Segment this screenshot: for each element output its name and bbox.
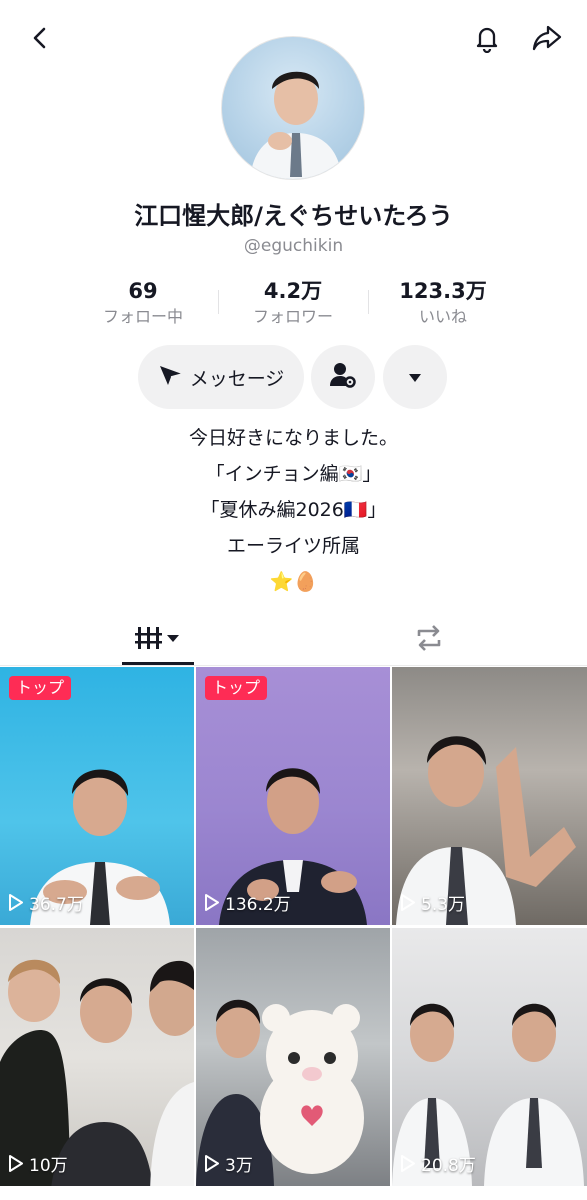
message-button[interactable]: メッセージ (138, 345, 304, 409)
top-badge: トップ (205, 676, 268, 700)
video-thumbnail-2[interactable]: トップ 136.2万 (196, 667, 390, 925)
user-gear-icon (328, 360, 358, 394)
profile-tabs (0, 614, 587, 666)
likes-stat[interactable]: 123.3万 いいね (368, 276, 518, 332)
bio-line-5: ⭐️🥚 (269, 571, 318, 593)
more-options-button[interactable] (383, 345, 447, 409)
avatar[interactable] (221, 36, 365, 180)
play-icon (9, 894, 23, 911)
profile-stats: 69 フォロー中 4.2万 フォロワー 123.3万 いいね (68, 276, 518, 332)
likes-label: いいね (418, 307, 467, 326)
bio-line-3: 「夏休み編2026🇫🇷」 (200, 499, 387, 521)
view-count: 3万 (205, 1151, 253, 1176)
view-count-text: 136.2万 (225, 895, 291, 915)
view-count: 136.2万 (205, 890, 291, 915)
following-label: フォロー中 (102, 307, 183, 326)
view-count-text: 36.7万 (29, 895, 84, 915)
top-badge: トップ (9, 676, 72, 700)
likes-count: 123.3万 (399, 279, 487, 303)
bell-icon[interactable] (467, 18, 507, 58)
username-handle: @eguchikin (243, 236, 344, 256)
bio-line-2: 「インチョン編🇰🇷」 (205, 463, 382, 485)
profile-actions: メッセージ (0, 345, 587, 409)
bio-line-1: 今日好きになりました。 (188, 427, 398, 449)
play-icon (205, 894, 219, 911)
message-button-label: メッセージ (189, 367, 285, 390)
view-count: 5.3万 (401, 890, 465, 915)
send-icon (158, 363, 184, 391)
caret-down-icon (408, 368, 422, 387)
repost-icon (413, 623, 445, 657)
video-thumbnail-5[interactable]: 3万 (196, 928, 390, 1186)
video-thumbnail-3[interactable]: 5.3万 (392, 667, 587, 925)
play-icon (401, 894, 415, 911)
following-stat[interactable]: 69 フォロー中 (68, 276, 218, 332)
back-icon[interactable] (20, 18, 60, 58)
followers-label: フォロワー (252, 307, 333, 326)
grid-icon (135, 625, 181, 655)
view-count-text: 20.8万 (421, 1156, 476, 1176)
tab-reposts[interactable] (393, 614, 465, 666)
view-count-text: 3万 (225, 1156, 253, 1176)
display-name: 江口惺大郎/えぐちせいたろう (134, 202, 453, 230)
bio-line-4: エーライツ所属 (226, 535, 360, 557)
play-icon (9, 1155, 23, 1172)
followers-count: 4.2万 (263, 279, 323, 303)
followers-stat[interactable]: 4.2万 フォロワー (218, 276, 368, 332)
active-tab-indicator (122, 662, 194, 665)
view-count: 36.7万 (9, 890, 84, 915)
video-thumbnail-1[interactable]: トップ 36.7万 (0, 667, 194, 925)
video-thumbnail-4[interactable]: 10万 (0, 928, 194, 1186)
view-count-text: 10万 (29, 1156, 68, 1176)
play-icon (205, 1155, 219, 1172)
play-icon (401, 1155, 415, 1172)
video-thumbnail-6[interactable]: 20.8万 (392, 928, 587, 1186)
share-icon[interactable] (527, 18, 567, 58)
bio: 今日好きになりました。 「インチョン編🇰🇷」 「夏休み編2026🇫🇷」 エーライ… (0, 420, 587, 600)
view-count: 10万 (9, 1151, 68, 1176)
view-count-text: 5.3万 (421, 895, 466, 915)
video-grid: トップ 36.7万 トップ 136.2万 5.3万 10万 3万 20.8万 (0, 667, 587, 1200)
tab-videos[interactable] (122, 614, 194, 666)
following-count: 69 (128, 279, 158, 303)
friend-settings-button[interactable] (311, 345, 375, 409)
view-count: 20.8万 (401, 1151, 476, 1176)
